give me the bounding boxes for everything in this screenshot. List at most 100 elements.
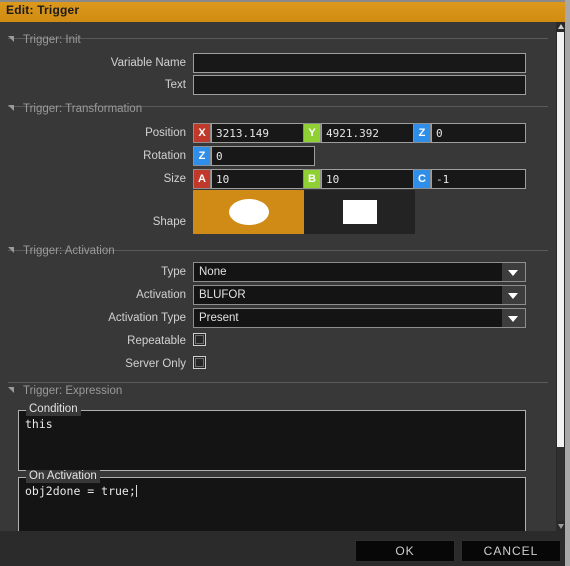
axis-badge-rotation-z: Z bbox=[193, 146, 211, 166]
checkbox-inner bbox=[195, 335, 204, 344]
dropdown-type-button[interactable] bbox=[502, 263, 525, 281]
chevron-down-icon bbox=[508, 270, 518, 276]
input-variable-name[interactable] bbox=[193, 53, 526, 73]
row-activation-type: Activation Type bbox=[0, 308, 186, 328]
dropdown-activation-type-button[interactable] bbox=[502, 309, 525, 327]
section-title-transformation: Trigger: Transformation bbox=[23, 103, 143, 115]
textarea-condition[interactable]: Condition this bbox=[18, 403, 526, 471]
dropdown-activation-type[interactable]: Present bbox=[193, 308, 526, 328]
section-header-activation[interactable]: Trigger: Activation bbox=[8, 245, 115, 261]
collapse-arrow-icon[interactable] bbox=[8, 105, 14, 111]
label-type: Type bbox=[161, 266, 186, 278]
section-header-init[interactable]: Trigger: Init bbox=[8, 34, 81, 50]
checkbox-repeatable[interactable] bbox=[193, 333, 206, 346]
ellipse-icon bbox=[228, 199, 269, 225]
text-cursor bbox=[135, 485, 137, 497]
separator-expression bbox=[8, 382, 548, 383]
scroll-down-arrow-icon[interactable] bbox=[557, 524, 564, 529]
section-header-expression[interactable]: Trigger: Expression bbox=[8, 385, 122, 401]
shape-toggle-group bbox=[193, 190, 415, 234]
scrollbar-thumb[interactable] bbox=[557, 32, 564, 447]
row-activation: Activation bbox=[0, 285, 186, 305]
on-activation-text: obj2done = true; bbox=[25, 484, 136, 498]
section-header-transformation[interactable]: Trigger: Transformation bbox=[8, 103, 142, 119]
dropdown-type-value: None bbox=[199, 266, 227, 278]
axis-badge-z: Z bbox=[413, 123, 431, 143]
input-size-c[interactable]: -1 bbox=[431, 169, 526, 189]
label-shape: Shape bbox=[152, 216, 186, 228]
input-position-x-value: 3213.149 bbox=[216, 127, 269, 140]
input-size-b[interactable]: 10 bbox=[321, 169, 425, 189]
axis-badge-a: A bbox=[193, 169, 211, 189]
shape-option-ellipse[interactable] bbox=[193, 190, 304, 234]
input-text[interactable] bbox=[193, 75, 526, 95]
edit-trigger-dialog: Edit: Trigger Trigger: Init Variable Nam… bbox=[0, 0, 570, 566]
chevron-down-icon bbox=[508, 293, 518, 299]
textarea-on-activation-value: obj2done = true; bbox=[25, 484, 521, 499]
shape-option-rectangle[interactable] bbox=[304, 190, 415, 234]
row-position: Position bbox=[0, 123, 186, 143]
dropdown-activation-value: BLUFOR bbox=[199, 289, 246, 301]
dialog-title: Edit: Trigger bbox=[6, 3, 80, 17]
separator-init bbox=[8, 38, 548, 39]
axis-badge-y: Y bbox=[303, 123, 321, 143]
label-text: Text bbox=[164, 79, 186, 91]
rectangle-icon bbox=[342, 200, 377, 224]
dropdown-activation-type-value: Present bbox=[199, 312, 239, 324]
vertical-scrollbar[interactable] bbox=[556, 22, 565, 531]
label-position: Position bbox=[145, 127, 186, 139]
label-activation: Activation bbox=[136, 289, 186, 301]
label-size: Size bbox=[163, 173, 186, 185]
input-position-x[interactable]: 3213.149 bbox=[211, 123, 315, 143]
dropdown-activation[interactable]: BLUFOR bbox=[193, 285, 526, 305]
checkbox-inner bbox=[195, 358, 204, 367]
label-variable-name: Variable Name bbox=[110, 57, 186, 69]
input-position-z[interactable]: 0 bbox=[431, 123, 526, 143]
row-size: Size bbox=[0, 169, 186, 189]
input-rotation-z-value: 0 bbox=[216, 150, 223, 163]
cancel-button[interactable]: CANCEL bbox=[461, 540, 561, 562]
axis-badge-x: X bbox=[193, 123, 211, 143]
input-size-a-value: 10 bbox=[216, 173, 230, 186]
collapse-arrow-icon[interactable] bbox=[8, 247, 14, 253]
textarea-on-activation[interactable]: On Activation obj2done = true; bbox=[18, 470, 526, 531]
section-title-activation: Trigger: Activation bbox=[23, 245, 115, 257]
input-size-a[interactable]: 10 bbox=[211, 169, 315, 189]
row-server-only: Server Only bbox=[0, 354, 186, 374]
row-shape: Shape bbox=[0, 200, 186, 244]
label-activation-type: Activation Type bbox=[108, 312, 186, 324]
section-title-init: Trigger: Init bbox=[23, 34, 81, 46]
axis-badge-b: B bbox=[303, 169, 321, 189]
input-rotation-z[interactable]: 0 bbox=[211, 146, 315, 166]
dropdown-type[interactable]: None bbox=[193, 262, 526, 282]
input-position-y[interactable]: 4921.392 bbox=[321, 123, 425, 143]
label-repeatable: Repeatable bbox=[127, 335, 186, 347]
chevron-down-icon bbox=[508, 316, 518, 322]
label-server-only: Server Only bbox=[125, 358, 186, 370]
legend-on-activation: On Activation bbox=[26, 470, 100, 483]
row-type: Type bbox=[0, 262, 186, 282]
input-size-b-value: 10 bbox=[326, 173, 340, 186]
label-rotation: Rotation bbox=[143, 150, 186, 162]
section-title-expression: Trigger: Expression bbox=[23, 385, 123, 397]
scroll-up-arrow-icon[interactable] bbox=[557, 24, 564, 29]
textarea-condition-value: this bbox=[25, 417, 53, 431]
checkbox-server-only[interactable] bbox=[193, 356, 206, 369]
dialog-title-bar[interactable]: Edit: Trigger bbox=[0, 0, 565, 22]
row-variable-name: Variable Name bbox=[0, 53, 186, 73]
dialog-content: Trigger: Init Variable Name Text Trigger… bbox=[0, 22, 556, 531]
dialog-footer: OK CANCEL bbox=[0, 531, 565, 566]
row-text: Text bbox=[0, 75, 186, 95]
axis-badge-c: C bbox=[413, 169, 431, 189]
input-position-y-value: 4921.392 bbox=[326, 127, 379, 140]
collapse-arrow-icon[interactable] bbox=[8, 387, 14, 393]
input-position-z-value: 0 bbox=[436, 127, 443, 140]
input-size-c-value: -1 bbox=[436, 173, 450, 186]
dropdown-activation-button[interactable] bbox=[502, 286, 525, 304]
collapse-arrow-icon[interactable] bbox=[8, 36, 14, 42]
row-repeatable: Repeatable bbox=[0, 331, 186, 351]
row-rotation: Rotation bbox=[0, 146, 186, 166]
title-bar-top-edge bbox=[0, 0, 565, 2]
ok-button[interactable]: OK bbox=[355, 540, 455, 562]
legend-condition: Condition bbox=[26, 403, 81, 416]
